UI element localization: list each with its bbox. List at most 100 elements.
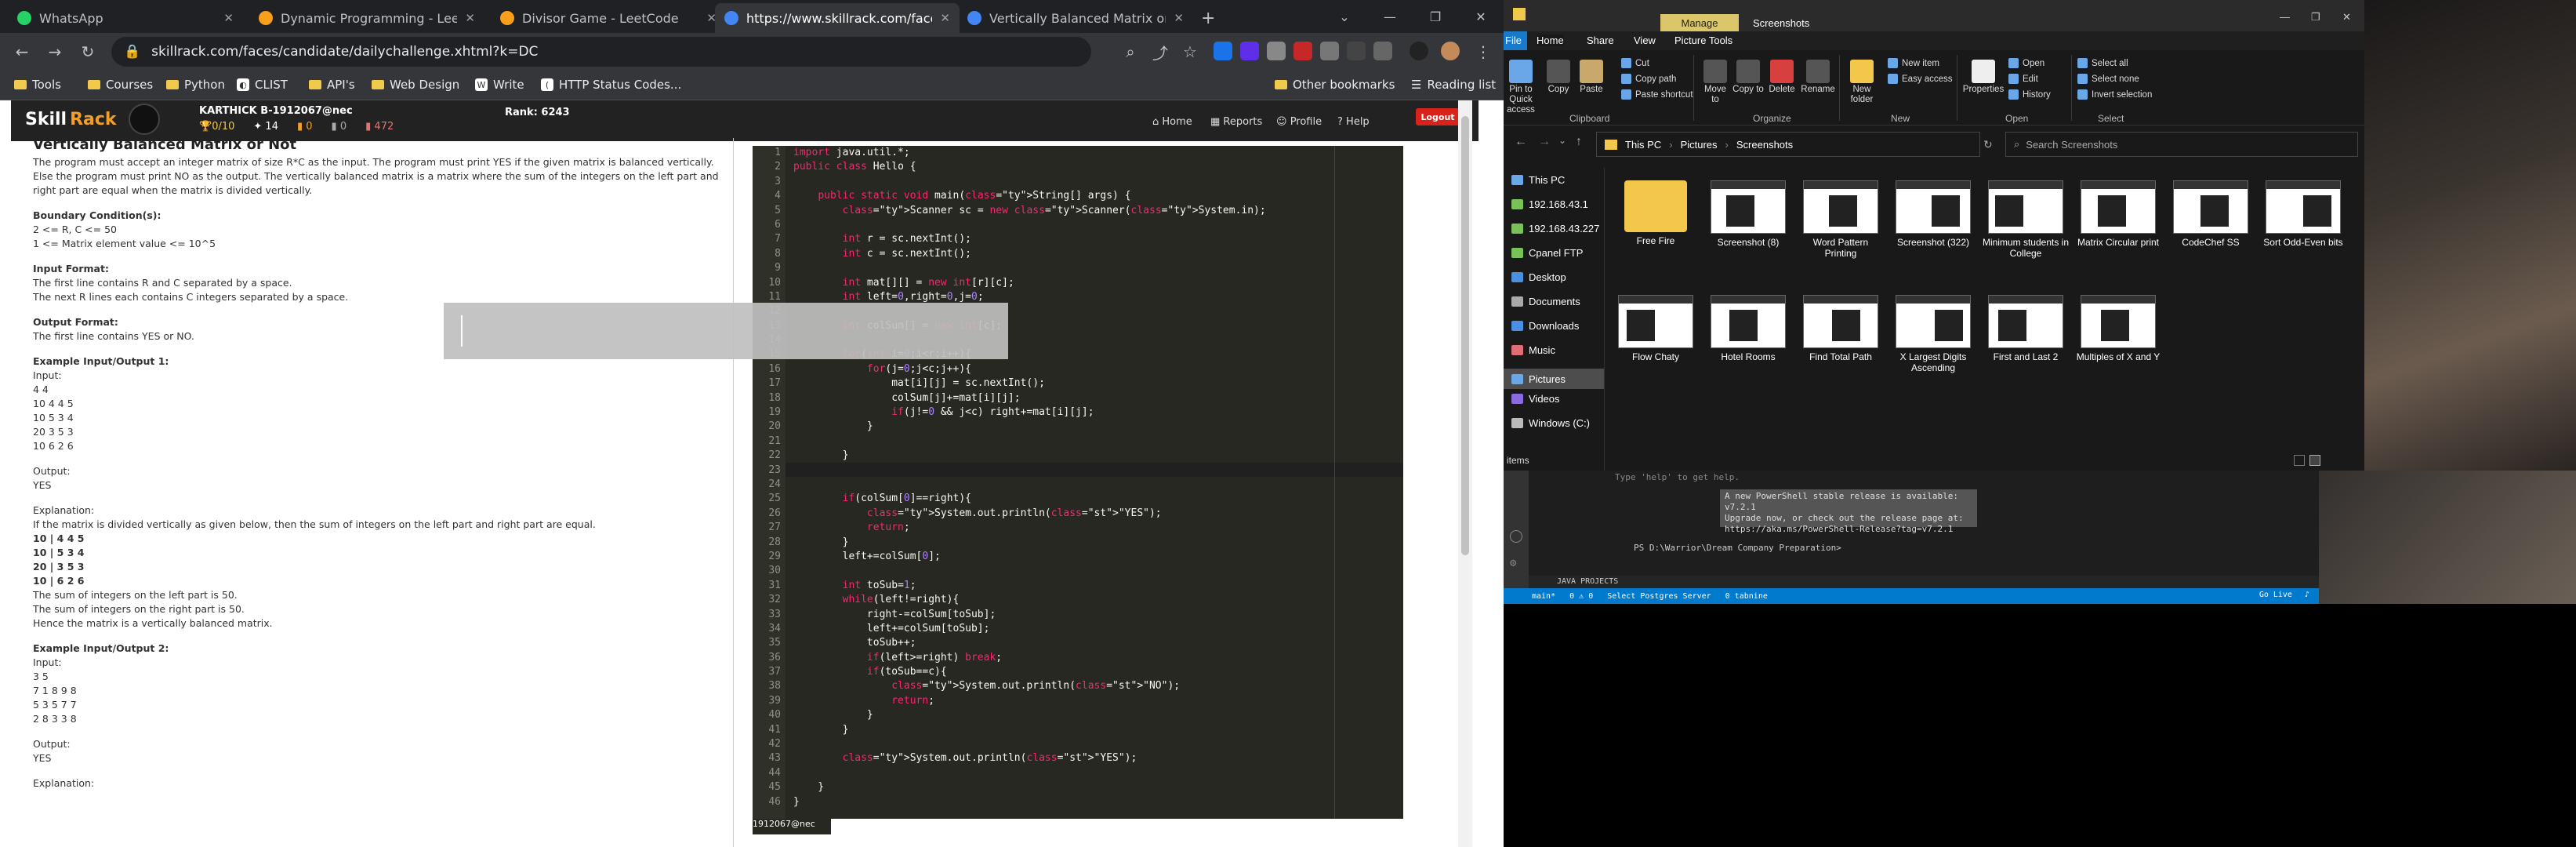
sidebar-item-this-pc[interactable]: This PC bbox=[1511, 174, 1565, 186]
media-icon[interactable] bbox=[1410, 42, 1428, 60]
java-projects-panel[interactable]: JAVA PROJECTS bbox=[1529, 576, 2319, 588]
address-path[interactable]: This PC › Pictures › Screenshots bbox=[1596, 132, 1980, 157]
code-line[interactable] bbox=[793, 434, 1397, 449]
edit-button[interactable]: Edit bbox=[2008, 74, 2038, 84]
tabnine-status[interactable]: 0 tabnine bbox=[1725, 592, 1768, 601]
new-tab-button[interactable]: + bbox=[1192, 3, 1223, 33]
close-window-icon[interactable]: ✕ bbox=[1458, 0, 1504, 33]
code-line[interactable]: if(colSum[0]==right){ bbox=[793, 492, 1397, 506]
easy-access-button[interactable]: Easy access bbox=[1888, 74, 1953, 84]
scrollbar-thumb[interactable] bbox=[1461, 116, 1469, 555]
forward-icon[interactable]: → bbox=[1538, 135, 1551, 149]
sidebar-item-192-168-43-227[interactable]: 192.168.43.227 bbox=[1511, 223, 1599, 234]
file-item[interactable]: X Largest Digits Ascending bbox=[1889, 295, 1977, 373]
search-input[interactable]: ⌕ Search Screenshots bbox=[2005, 132, 2358, 157]
new-item-button[interactable]: New item bbox=[1888, 58, 1939, 68]
extension-icon[interactable] bbox=[1267, 42, 1286, 60]
code-line[interactable]: colSum[j]+=mat[i][j]; bbox=[793, 391, 1397, 405]
code-line[interactable] bbox=[793, 737, 1397, 751]
code-line[interactable] bbox=[793, 766, 1397, 780]
sidebar-item-downloads[interactable]: Downloads bbox=[1511, 320, 1579, 332]
profile-avatar-icon[interactable] bbox=[1441, 42, 1460, 60]
code-line[interactable]: public class Hello { bbox=[793, 160, 1397, 174]
paste-button[interactable]: Paste bbox=[1576, 60, 1607, 95]
large-icons-view-icon[interactable] bbox=[2309, 455, 2320, 466]
code-line[interactable]: class="ty">System.out.println(class="st"… bbox=[793, 507, 1397, 521]
manage-tab[interactable]: Manage bbox=[1660, 14, 1739, 31]
bookmark-write[interactable]: W Write bbox=[475, 78, 524, 92]
code-line[interactable] bbox=[793, 261, 1397, 275]
bookmark-other[interactable]: Other bookmarks bbox=[1275, 78, 1395, 92]
paste-shortcut-button[interactable]: Paste shortcut bbox=[1621, 89, 1693, 100]
nav-reports[interactable]: ▦ Reports bbox=[1210, 116, 1262, 128]
tab-skillrack[interactable]: https://www.skillrack.com/faces/c ✕ bbox=[715, 3, 960, 33]
file-item[interactable]: Find Total Path bbox=[1797, 295, 1885, 362]
code-line[interactable] bbox=[793, 218, 1397, 232]
code-text[interactable]: import java.util.*; public class Hello { … bbox=[793, 146, 1397, 809]
breadcrumb-item[interactable]: This PC bbox=[1625, 139, 1661, 151]
code-line[interactable]: int c = sc.nextInt(); bbox=[793, 247, 1397, 261]
nav-help[interactable]: ? Help bbox=[1337, 116, 1370, 128]
history-button[interactable]: History bbox=[2008, 89, 2051, 100]
code-line[interactable]: return; bbox=[793, 521, 1397, 535]
code-line[interactable]: if(j!=0 && j<c) right+=mat[i][j]; bbox=[793, 405, 1397, 420]
code-line[interactable]: if(toSub==c){ bbox=[793, 665, 1397, 679]
code-line[interactable]: } bbox=[793, 536, 1397, 550]
new-folder-button[interactable]: New folder bbox=[1842, 60, 1881, 105]
tab-whatsapp[interactable]: WhatsApp ✕ bbox=[8, 3, 243, 33]
close-window-icon[interactable]: ✕ bbox=[2342, 11, 2351, 24]
code-line[interactable]: int r = sc.nextInt(); bbox=[793, 232, 1397, 246]
code-line[interactable]: left+=colSum[toSub]; bbox=[793, 622, 1397, 636]
copy-button[interactable]: Copy bbox=[1543, 60, 1574, 95]
go-live-button[interactable]: Go Live bbox=[2259, 591, 2292, 599]
extension-icon[interactable] bbox=[1347, 42, 1366, 60]
sidebar-item-cpanel-ftp[interactable]: Cpanel FTP bbox=[1511, 247, 1583, 259]
input-overlay[interactable] bbox=[444, 303, 1008, 359]
file-item[interactable]: Hotel Rooms bbox=[1704, 295, 1792, 362]
bell-icon[interactable]: ♪ bbox=[2305, 591, 2309, 599]
file-item[interactable]: Flow Chaty bbox=[1612, 295, 1700, 362]
code-line[interactable]: for(j=0;j<c;j++){ bbox=[793, 362, 1397, 376]
gear-icon[interactable]: ⚙ bbox=[1510, 557, 1516, 569]
forward-icon[interactable]: → bbox=[44, 41, 66, 63]
close-icon[interactable]: ✕ bbox=[940, 11, 950, 25]
minimize-icon[interactable]: — bbox=[1367, 0, 1413, 33]
tab-picture-tools[interactable]: Picture Tools bbox=[1674, 35, 1732, 46]
nav-home[interactable]: ⌂ Home bbox=[1152, 116, 1192, 128]
sidebar-item-windows-c-[interactable]: Windows (C:) bbox=[1511, 417, 1590, 429]
recent-locations-icon[interactable]: ⌄ bbox=[1558, 135, 1566, 146]
code-line[interactable]: } bbox=[793, 795, 1397, 809]
up-icon[interactable]: ↑ bbox=[1576, 135, 1582, 149]
notice-link[interactable]: https://aka.ms/PowerShell-Release?tag=v7… bbox=[1725, 524, 1972, 535]
tab-dp-leetcode[interactable]: Dynamic Programming - LeetCo ✕ bbox=[249, 3, 484, 33]
back-icon[interactable]: ← bbox=[1515, 135, 1527, 149]
copy-path-button[interactable]: Copy path bbox=[1621, 74, 1676, 84]
extension-icon[interactable] bbox=[1320, 42, 1339, 60]
reading-list[interactable]: ☰ Reading list bbox=[1411, 78, 1496, 92]
nav-profile[interactable]: ☺ Profile bbox=[1276, 116, 1322, 128]
bookmark-star-icon[interactable]: ☆ bbox=[1179, 41, 1201, 63]
code-line[interactable]: int mat[][] = new int[r][c]; bbox=[793, 276, 1397, 290]
tab-share[interactable]: Share bbox=[1587, 35, 1614, 46]
code-line[interactable] bbox=[793, 175, 1397, 189]
file-item[interactable]: Free Fire bbox=[1612, 180, 1700, 246]
minimize-icon[interactable]: — bbox=[2280, 11, 2290, 23]
code-line[interactable]: import java.util.*; bbox=[793, 146, 1397, 160]
address-bar[interactable]: 🔒 skillrack.com/faces/candidate/dailychal… bbox=[111, 37, 1091, 67]
code-line[interactable]: } bbox=[793, 723, 1397, 737]
tab-search-icon[interactable]: ⌄ bbox=[1322, 0, 1367, 33]
close-icon[interactable]: ✕ bbox=[465, 11, 475, 25]
extension-icon[interactable] bbox=[1373, 42, 1392, 60]
code-line[interactable]: } bbox=[793, 449, 1397, 463]
code-line[interactable]: class="ty">System.out.println(class="st"… bbox=[793, 751, 1397, 765]
move-to-button[interactable]: Move to bbox=[1700, 60, 1731, 105]
file-item[interactable]: CodeChef SS bbox=[2167, 180, 2255, 248]
select-all-button[interactable]: Select all bbox=[2077, 58, 2128, 68]
problems-count[interactable]: 0 ⚠ 0 bbox=[1569, 592, 1593, 601]
file-item[interactable]: Minimum students in College bbox=[1982, 180, 2070, 259]
code-line[interactable] bbox=[793, 463, 1397, 478]
rename-button[interactable]: Rename bbox=[1800, 60, 1836, 95]
close-icon[interactable]: ✕ bbox=[1174, 11, 1184, 25]
code-line[interactable]: } bbox=[793, 708, 1397, 722]
bookmark-courses[interactable]: Courses bbox=[88, 78, 153, 92]
